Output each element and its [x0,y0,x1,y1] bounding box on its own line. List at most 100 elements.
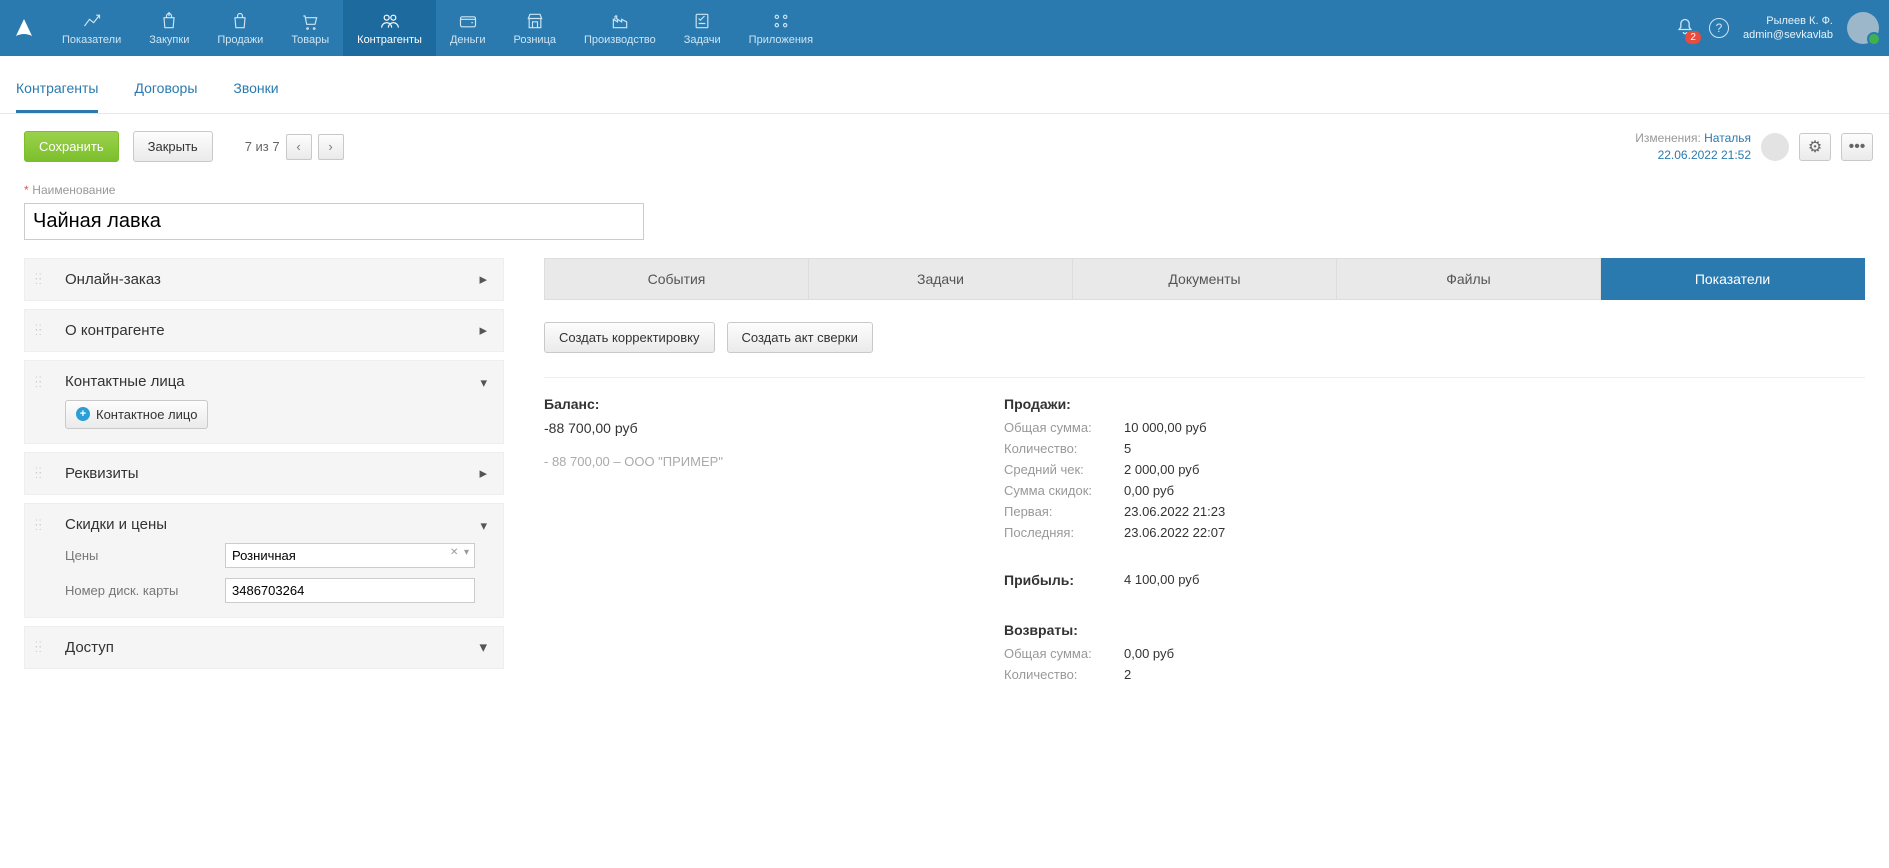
pager-prev[interactable]: ‹ [286,134,312,160]
stat-value: 23.06.2022 22:07 [1124,525,1225,540]
pager-next[interactable]: › [318,134,344,160]
balance-detail: - 88 700,00 – ООО "ПРИМЕР" [544,454,924,469]
section-about[interactable]: :::: О контрагенте ▸ [24,309,504,352]
checklist-icon [692,11,712,31]
tab-tasks[interactable]: Задачи [809,258,1073,300]
nav-goods[interactable]: Товары [277,0,343,56]
chevron-down-icon: ▾ [479,638,487,656]
subtab-calls[interactable]: Звонки [233,74,278,113]
factory-icon [610,11,630,31]
close-button[interactable]: Закрыть [133,131,213,162]
section-discounts: :::: ▾ Скидки и цены Цены ✕ ▾ Номер диск… [24,503,504,618]
right-column: События Задачи Документы Файлы Показател… [544,258,1865,688]
tab-documents[interactable]: Документы [1073,258,1337,300]
select-clear-icon[interactable]: ✕ ▾ [450,547,469,558]
drag-handle-icon[interactable]: :::: [35,325,43,335]
stat-value: 23.06.2022 21:23 [1124,504,1225,519]
nav-purchases[interactable]: Закупки [135,0,203,56]
chevron-right-icon: ▸ [479,321,487,339]
card-label: Номер диск. карты [65,583,215,598]
meta-date-link[interactable]: 22.06.2022 21:52 [1658,148,1751,162]
nav-label: Приложения [749,34,813,46]
action-bar: Сохранить Закрыть 7 из 7 ‹ › Изменения: … [0,114,1889,174]
gear-icon: ⚙ [1808,137,1822,157]
nav-tasks[interactable]: Задачи [670,0,735,56]
drag-handle-icon[interactable]: :::: [35,642,43,652]
balance-value: -88 700,00 руб [544,420,924,436]
tab-events[interactable]: События [544,258,809,300]
stat-value: 10 000,00 руб [1124,420,1207,435]
drag-handle-icon[interactable]: :::: [35,520,43,530]
prices-select[interactable] [225,543,475,568]
nav-indicators[interactable]: Показатели [48,0,135,56]
drag-handle-icon[interactable]: :::: [35,274,43,284]
save-button[interactable]: Сохранить [24,131,119,162]
right-tabs: События Задачи Документы Файлы Показател… [544,258,1865,300]
chart-line-icon [82,11,102,31]
bag-out-icon [230,11,250,31]
nav-sales[interactable]: Продажи [203,0,277,56]
add-contact-label: Контактное лицо [96,407,197,422]
section-title[interactable]: Скидки и цены [65,516,489,533]
nav-money[interactable]: Деньги [436,0,500,56]
help-button[interactable]: ? [1709,18,1729,38]
chevron-down-icon[interactable]: ▾ [480,518,487,534]
stat-label: Количество: [1004,667,1124,682]
card-input[interactable] [225,578,475,603]
apps-icon [771,11,791,31]
section-title: О контрагенте [65,322,165,339]
nav-production[interactable]: Производство [570,0,670,56]
title-input[interactable] [24,203,644,240]
user-name: Рылеев К. Ф. [1743,14,1833,28]
nav-retail[interactable]: Розница [499,0,570,56]
meta-label: Изменения: [1635,131,1701,145]
balance-column: Баланс: -88 700,00 руб - 88 700,00 – ООО… [544,396,924,688]
pager-text: 7 из 7 [245,139,280,154]
notifications-button[interactable]: 2 [1675,17,1695,40]
stat-label: Последняя: [1004,525,1124,540]
drag-handle-icon[interactable]: :::: [35,377,43,387]
add-contact-button[interactable]: + Контактное лицо [65,400,208,429]
avatar[interactable] [1847,12,1879,44]
nav-label: Задачи [684,34,721,46]
balance-title: Баланс: [544,396,924,412]
nav-label: Производство [584,34,656,46]
sales-title: Продажи: [1004,396,1384,412]
create-correction-button[interactable]: Создать корректировку [544,322,715,353]
nav-label: Товары [291,34,329,46]
tab-indicators[interactable]: Показатели [1601,258,1865,300]
section-title[interactable]: Контактные лица [65,373,489,390]
nav-label: Закупки [149,34,189,46]
stat-label: Количество: [1004,441,1124,456]
top-right: 2 ? Рылеев К. Ф. admin@sevkavlab [1675,0,1889,56]
section-title: Онлайн-заказ [65,271,161,288]
user-info[interactable]: Рылеев К. Ф. admin@sevkavlab [1743,14,1833,43]
returns-title: Возвраты: [1004,622,1384,638]
logo-icon[interactable] [0,0,48,56]
subtab-contracts[interactable]: Договоры [134,74,197,113]
nav-label: Продажи [217,34,263,46]
meta-user-link[interactable]: Наталья [1704,131,1751,145]
section-title: Доступ [65,639,114,656]
meta-info: Изменения: Наталья 22.06.2022 21:52 [1635,130,1751,164]
nav-counterparties[interactable]: Контрагенты [343,0,436,56]
profit-value: 4 100,00 руб [1124,572,1199,596]
divider [544,377,1865,378]
profit-title: Прибыль: [1004,572,1124,588]
title-label: Наименование [32,183,115,197]
meta-avatar [1761,133,1789,161]
chevron-down-icon[interactable]: ▾ [480,375,487,391]
tab-files[interactable]: Файлы [1337,258,1601,300]
drag-handle-icon[interactable]: :::: [35,468,43,478]
section-requisites[interactable]: :::: Реквизиты ▸ [24,452,504,495]
section-online-order[interactable]: :::: Онлайн-заказ ▸ [24,258,504,301]
nav-apps[interactable]: Приложения [735,0,827,56]
notification-badge: 2 [1685,31,1701,44]
subtab-counterparties[interactable]: Контрагенты [16,74,98,113]
settings-button[interactable]: ⚙ [1799,133,1831,161]
more-button[interactable]: ••• [1841,133,1873,161]
create-reconciliation-button[interactable]: Создать акт сверки [727,322,873,353]
nav-label: Розница [513,34,556,46]
section-access[interactable]: :::: Доступ ▾ [24,626,504,669]
stat-label: Средний чек: [1004,462,1124,477]
